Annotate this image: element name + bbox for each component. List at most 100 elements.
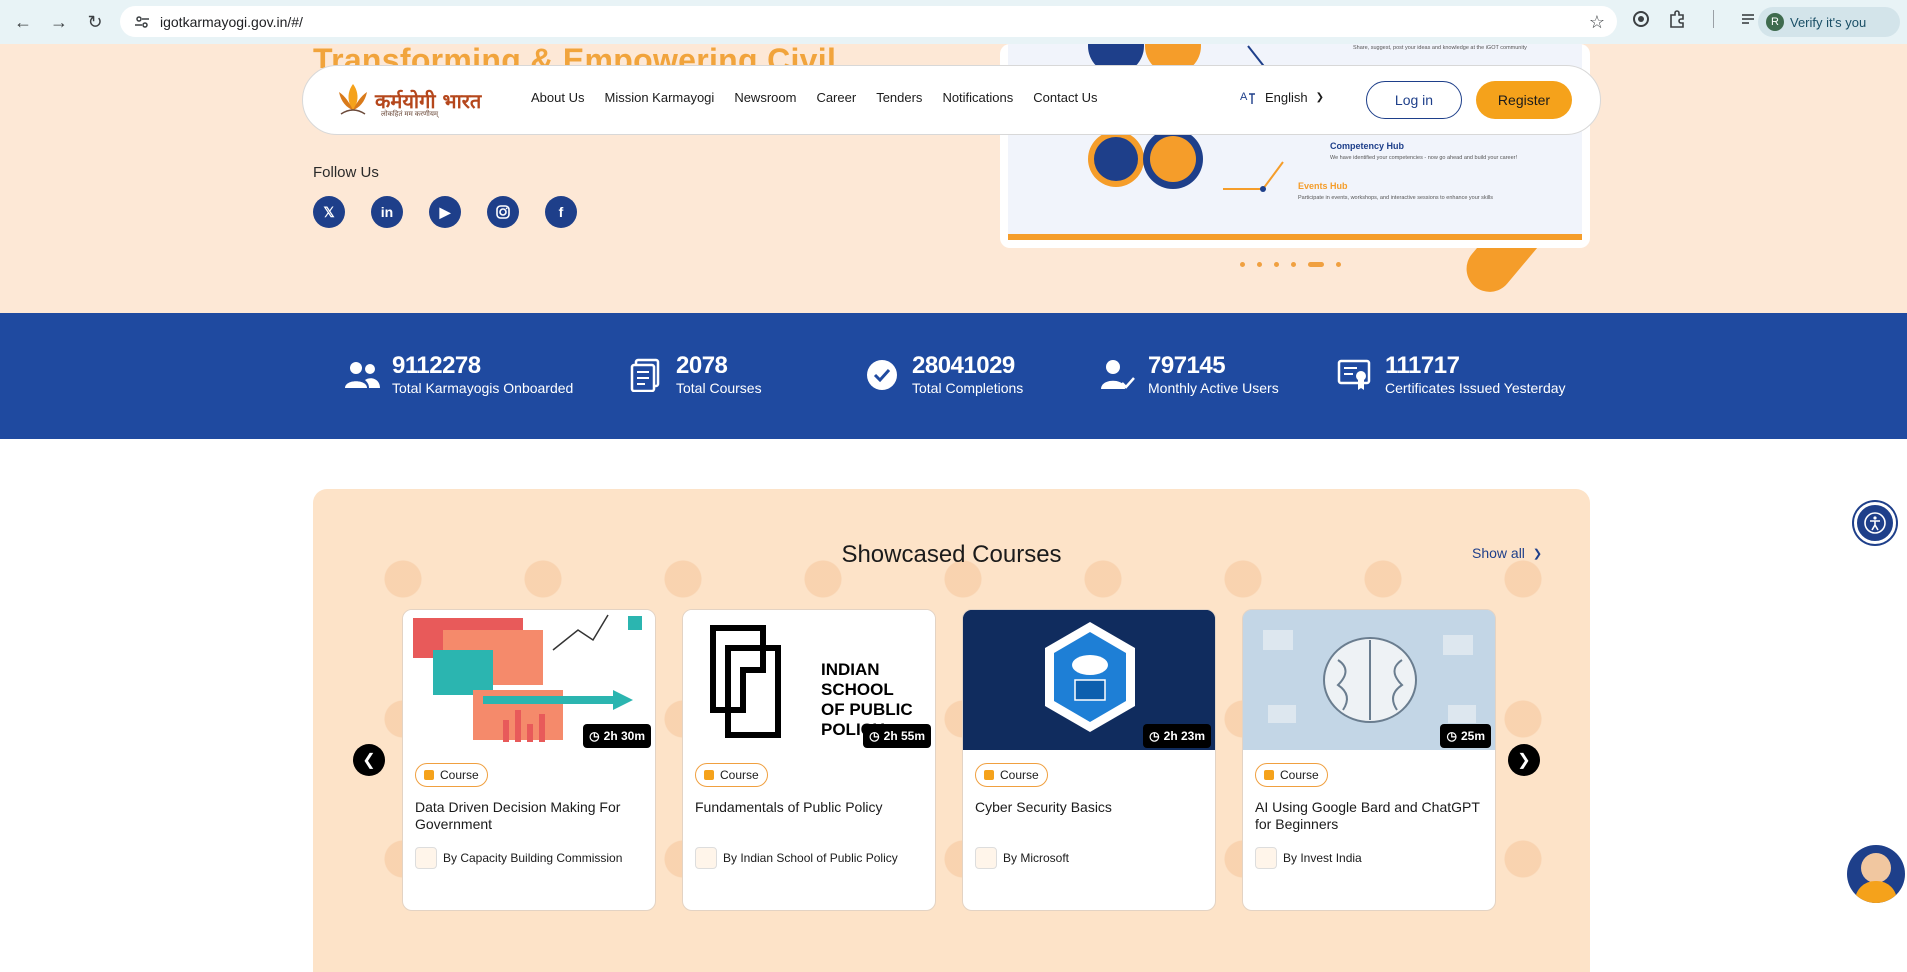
course-provider: By Invest India <box>1255 847 1362 869</box>
course-title[interactable]: Fundamentals of Public Policy <box>695 799 923 816</box>
duration-badge: ◷ 2h 30m <box>583 724 651 748</box>
stat-label: Monthly Active Users <box>1148 380 1279 396</box>
back-icon[interactable]: ← <box>10 9 36 35</box>
follow-us-label: Follow Us <box>313 164 379 181</box>
karmayogi-logo[interactable]: कर्मयोगी भारत लोकहितं मम करणीयम् <box>331 76 486 124</box>
stat-label: Total Completions <box>912 380 1024 396</box>
check-circle-icon <box>862 355 902 395</box>
stat-value: 9112278 <box>392 352 481 379</box>
youtube-icon[interactable]: ▶ <box>429 196 461 228</box>
stat-label: Certificates Issued Yesterday <box>1385 380 1566 396</box>
carousel-dots <box>1240 262 1341 267</box>
social-links: 𝕏 in ▶ f <box>313 196 577 228</box>
tag-label: Course <box>1000 768 1039 782</box>
showcased-courses-section: Showcased Courses Show all ❯ ❮ ❯ ◷ 2h 30m… <box>313 489 1590 972</box>
tag-label: Course <box>720 768 759 782</box>
course-card[interactable]: ◷ 2h 23m Course Cyber Security Basics By … <box>962 609 1216 911</box>
slide-top-text: Share, suggest, post your ideas and know… <box>1353 45 1527 51</box>
profile-verify-button[interactable]: R Verify it's you <box>1758 7 1900 37</box>
instagram-icon[interactable] <box>487 196 519 228</box>
duration-badge: ◷ 2h 55m <box>863 724 931 748</box>
provider-text: By Invest India <box>1283 851 1362 865</box>
nav-menu: About Us Mission Karmayogi Newsroom Care… <box>531 90 1098 105</box>
clock-icon: ◷ <box>1446 729 1457 743</box>
course-card[interactable]: ◷ 2h 30m Course Data Driven Decision Maki… <box>402 609 656 911</box>
address-bar[interactable]: igotkarmayogi.gov.in/#/ ☆ <box>120 6 1617 37</box>
nav-about-us[interactable]: About Us <box>531 90 584 105</box>
show-all-link[interactable]: Show all ❯ <box>1472 545 1542 561</box>
linkedin-icon[interactable]: in <box>371 196 403 228</box>
nav-notifications[interactable]: Notifications <box>942 90 1013 105</box>
course-title[interactable]: Data Driven Decision Making For Governme… <box>415 799 643 833</box>
profile-avatar: R <box>1766 13 1784 31</box>
nav-contact-us[interactable]: Contact Us <box>1033 90 1097 105</box>
certificate-icon <box>1335 355 1375 395</box>
reading-list-icon[interactable] <box>1738 8 1760 30</box>
carousel-dot[interactable] <box>1336 262 1341 267</box>
carousel-dot[interactable] <box>1291 262 1296 267</box>
course-tag-icon <box>1264 770 1274 780</box>
svg-text:INDIAN: INDIAN <box>821 660 880 679</box>
carousel-dot-active[interactable] <box>1308 262 1324 267</box>
divider-icon <box>1702 8 1724 30</box>
course-title[interactable]: Cyber Security Basics <box>975 799 1203 816</box>
chatbot-avatar-button[interactable] <box>1847 845 1905 903</box>
browser-toolbar: ← → ↻ igotkarmayogi.gov.in/#/ ☆ R Verify… <box>0 0 1907 44</box>
duration-text: 2h 23m <box>1163 729 1205 743</box>
carousel-next-button[interactable]: ❯ <box>1508 744 1540 776</box>
login-button[interactable]: Log in <box>1366 81 1462 119</box>
stat-courses: 2078 Total Courses <box>626 353 762 397</box>
url-text: igotkarmayogi.gov.in/#/ <box>160 13 303 30</box>
stats-band: 9112278 Total Karmayogis Onboarded 2078 To… <box>0 313 1907 439</box>
course-card[interactable]: INDIAN SCHOOL OF PUBLIC POLICY ◷ 2h 55m C… <box>682 609 936 911</box>
facebook-icon[interactable]: f <box>545 196 577 228</box>
provider-logo-icon <box>975 847 997 869</box>
lotus-logo-icon <box>339 84 367 115</box>
course-type-tag: Course <box>415 763 488 787</box>
svg-text:A: A <box>1240 91 1248 103</box>
site-settings-icon[interactable] <box>134 14 150 30</box>
slide-hub2-title: Events Hub <box>1298 181 1348 191</box>
nav-mission-karmayogi[interactable]: Mission Karmayogi <box>604 90 714 105</box>
tag-label: Course <box>440 768 479 782</box>
reload-icon[interactable]: ↻ <box>82 9 108 35</box>
nav-tenders[interactable]: Tenders <box>876 90 922 105</box>
show-all-label: Show all <box>1472 545 1525 561</box>
main-navbar: कर्मयोगी भारत लोकहितं मम करणीयम् About U… <box>302 65 1601 135</box>
provider-logo-icon <box>1255 847 1277 869</box>
course-card[interactable]: ◷ 25m Course AI Using Google Bard and Cha… <box>1242 609 1496 911</box>
accessibility-button[interactable] <box>1854 502 1896 544</box>
verify-label: Verify it's you <box>1790 14 1867 30</box>
carousel-prev-button[interactable]: ❮ <box>353 744 385 776</box>
course-tag-icon <box>984 770 994 780</box>
clock-icon: ◷ <box>589 729 600 743</box>
slide-hub2-desc: Participate in events, workshops, and in… <box>1298 195 1493 201</box>
accessibility-icon <box>1864 512 1886 534</box>
stat-karmayogis: 9112278 Total Karmayogis Onboarded <box>342 353 573 397</box>
forward-icon[interactable]: → <box>46 9 72 35</box>
course-type-tag: Course <box>1255 763 1328 787</box>
stat-label: Total Karmayogis Onboarded <box>392 380 574 396</box>
provider-logo-icon <box>415 847 437 869</box>
section-title: Showcased Courses <box>841 541 1062 568</box>
extension-icon[interactable] <box>1630 8 1652 30</box>
course-title[interactable]: AI Using Google Bard and ChatGPT for Beg… <box>1255 799 1483 833</box>
duration-text: 2h 55m <box>883 729 925 743</box>
x-icon[interactable]: 𝕏 <box>313 196 345 228</box>
course-tag-icon <box>704 770 714 780</box>
active-user-icon <box>1098 355 1138 395</box>
carousel-dot[interactable] <box>1240 262 1245 267</box>
course-provider: By Indian School of Public Policy <box>695 847 898 869</box>
carousel-dot[interactable] <box>1257 262 1262 267</box>
bookmark-star-icon[interactable]: ☆ <box>1589 12 1605 33</box>
nav-newsroom[interactable]: Newsroom <box>734 90 796 105</box>
puzzle-extensions-icon[interactable] <box>1666 8 1688 30</box>
stat-value: 2078 <box>676 352 728 379</box>
carousel-dot[interactable] <box>1274 262 1279 267</box>
course-tag-icon <box>424 770 434 780</box>
stat-value: 797145 <box>1148 352 1226 379</box>
register-button[interactable]: Register <box>1476 81 1572 119</box>
nav-career[interactable]: Career <box>816 90 856 105</box>
language-selector[interactable]: A English ❯ <box>1239 88 1324 106</box>
course-provider: By Microsoft <box>975 847 1069 869</box>
